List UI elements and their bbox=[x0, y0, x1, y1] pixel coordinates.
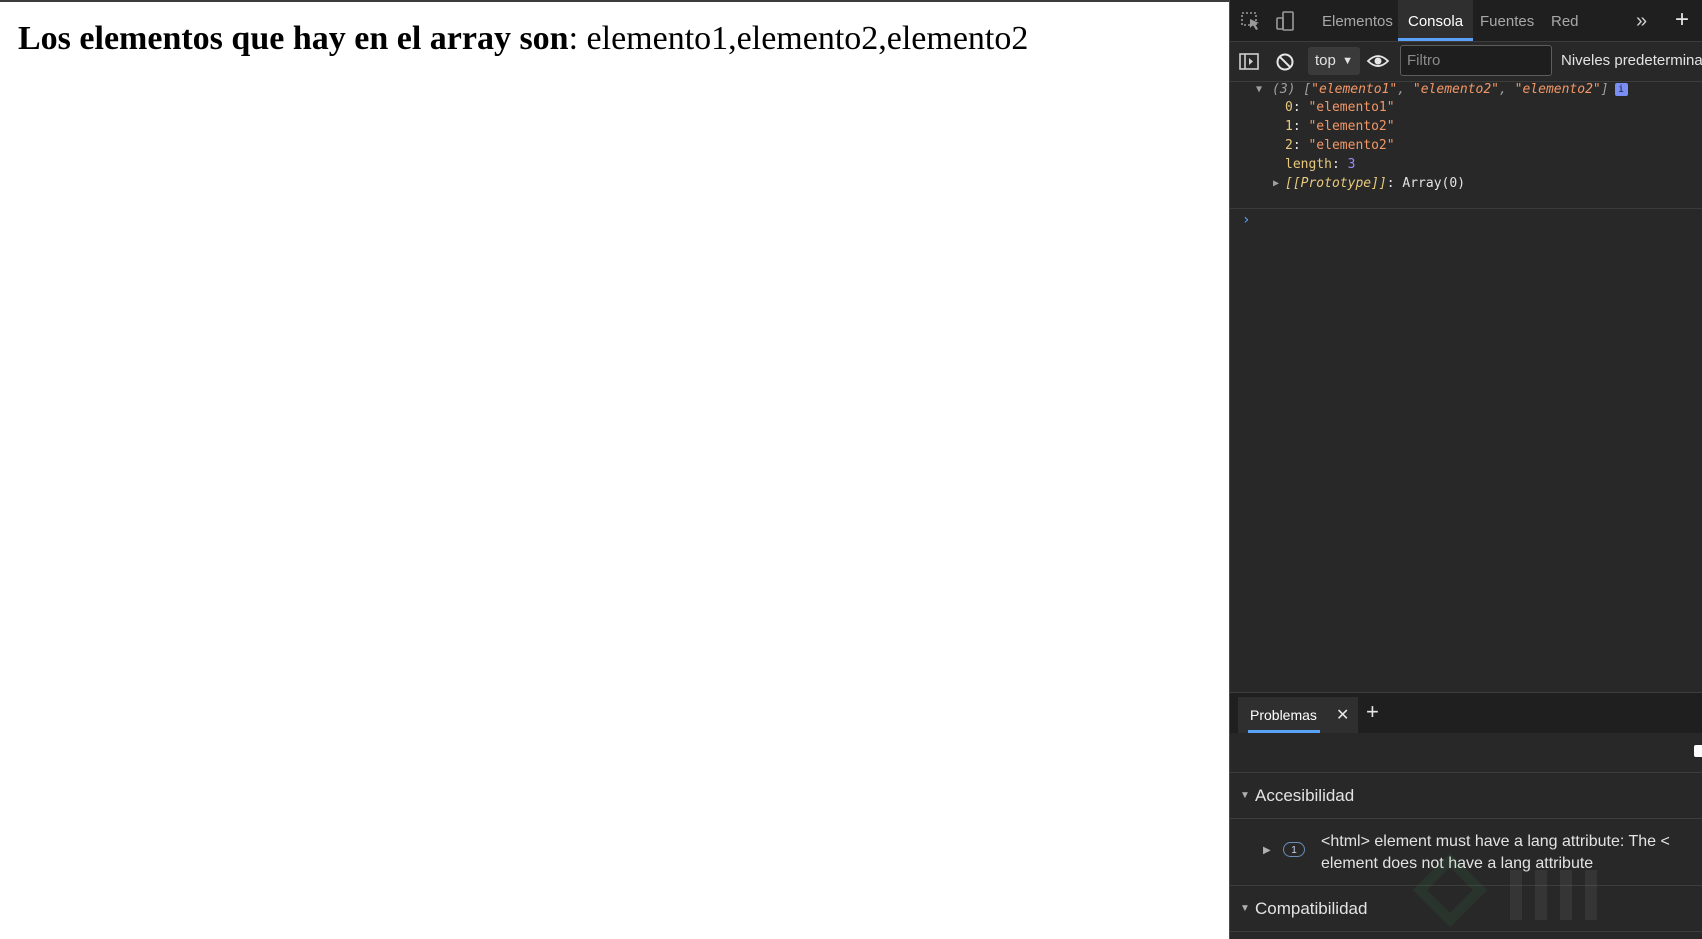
info-badge-icon[interactable]: i bbox=[1614, 83, 1628, 96]
issues-checkbox[interactable] bbox=[1694, 745, 1702, 757]
tab-elementos[interactable]: Elementos bbox=[1312, 0, 1403, 41]
devtools-panel: Elementos Consola Fuentes Red » + top ▼ … bbox=[1229, 0, 1702, 939]
length-key: length bbox=[1285, 157, 1332, 172]
tab-problemas[interactable]: Problemas ✕ bbox=[1238, 697, 1358, 733]
entry-value: "elemento1" bbox=[1308, 100, 1395, 115]
device-toolbar-icon[interactable] bbox=[1274, 10, 1296, 32]
array-log-summary[interactable]: ▼ (3) ["elemento1", "elemento2", "elemen… bbox=[1256, 80, 1628, 100]
issues-toolbar bbox=[1230, 733, 1702, 773]
issue-text: <html> element must have a lang attribut… bbox=[1321, 833, 1670, 872]
filter-input[interactable] bbox=[1400, 45, 1552, 76]
console-prompt-icon[interactable]: › bbox=[1242, 212, 1250, 228]
length-value: 3 bbox=[1347, 157, 1356, 172]
entry-key: 1 bbox=[1285, 119, 1293, 134]
collapsed-triangle-icon[interactable]: ▶ bbox=[1273, 174, 1279, 194]
context-select-value: top bbox=[1315, 52, 1336, 69]
prototype-row[interactable]: ▶ [[Prototype]]: Array(0) bbox=[1273, 174, 1466, 194]
array-entry: 2: "elemento2" bbox=[1285, 138, 1395, 153]
prototype-key: [[Prototype]] bbox=[1285, 176, 1387, 191]
section-expand-icon: ▼ bbox=[1240, 790, 1250, 801]
section-compatibilidad[interactable]: ▼ Compatibilidad bbox=[1230, 886, 1702, 932]
sidebar-toggle-icon[interactable] bbox=[1238, 51, 1260, 73]
issue-expand-icon[interactable]: ▶ bbox=[1263, 845, 1271, 856]
chevron-down-icon: ▼ bbox=[1342, 55, 1353, 67]
clear-console-icon[interactable] bbox=[1274, 51, 1296, 73]
array-close-bracket: ] bbox=[1600, 82, 1609, 97]
drawer-tab-bar: Problemas ✕ + bbox=[1230, 692, 1702, 733]
add-tab-icon[interactable]: + bbox=[1675, 8, 1689, 32]
tab-problemas-label: Problemas bbox=[1250, 707, 1317, 723]
entry-value: "elemento2" bbox=[1308, 138, 1395, 153]
issue-count-badge: 1 bbox=[1283, 842, 1305, 857]
console-toolbar: top ▼ Niveles predetermina bbox=[1230, 42, 1702, 82]
expanded-triangle-icon[interactable]: ▼ bbox=[1256, 80, 1262, 100]
summary-item-0: "elemento1" bbox=[1311, 82, 1398, 97]
close-icon[interactable]: ✕ bbox=[1336, 705, 1349, 725]
section-title: Compatibilidad bbox=[1255, 899, 1368, 918]
prototype-value: Array(0) bbox=[1402, 176, 1466, 191]
heading-bold-text: Los elementos que hay en el array son bbox=[18, 20, 569, 57]
tab-red[interactable]: Red bbox=[1541, 0, 1589, 41]
entry-value: "elemento2" bbox=[1308, 119, 1395, 134]
log-levels-dropdown[interactable]: Niveles predetermina bbox=[1561, 52, 1702, 69]
devtools-tab-bar: Elementos Consola Fuentes Red » + bbox=[1230, 0, 1702, 42]
add-drawer-tab-icon[interactable]: + bbox=[1366, 699, 1379, 725]
array-entry: 0: "elemento1" bbox=[1285, 100, 1395, 115]
section-accesibilidad[interactable]: ▼ Accesibilidad bbox=[1230, 773, 1702, 819]
page-heading: Los elementos que hay en el array son: e… bbox=[18, 20, 1028, 58]
tab-consola[interactable]: Consola bbox=[1398, 0, 1474, 41]
array-count: (3) bbox=[1272, 82, 1296, 97]
array-entry: 1: "elemento2" bbox=[1285, 119, 1395, 134]
inspect-element-icon[interactable] bbox=[1240, 10, 1262, 32]
more-tabs-icon[interactable]: » bbox=[1636, 10, 1647, 32]
array-open-bracket: [ bbox=[1295, 82, 1312, 97]
summary-item-1: "elemento2" bbox=[1412, 82, 1499, 97]
array-length-row: length: 3 bbox=[1285, 157, 1356, 172]
console-output: ▼ (3) ["elemento1", "elemento2", "elemen… bbox=[1230, 82, 1702, 692]
console-divider bbox=[1230, 208, 1702, 209]
page-viewport: Los elementos que hay en el array son: e… bbox=[0, 0, 1229, 939]
context-select[interactable]: top ▼ bbox=[1308, 47, 1360, 75]
entry-key: 0 bbox=[1285, 100, 1293, 115]
section-expand-icon: ▼ bbox=[1240, 903, 1250, 914]
summary-item-2: "elemento2" bbox=[1514, 82, 1601, 97]
issue-row[interactable]: ▶ 1 <html> element must have a lang attr… bbox=[1230, 820, 1702, 886]
section-title: Accesibilidad bbox=[1255, 786, 1355, 805]
entry-key: 2 bbox=[1285, 138, 1293, 153]
live-expression-eye-icon[interactable] bbox=[1366, 50, 1390, 72]
tab-fuentes[interactable]: Fuentes bbox=[1470, 0, 1544, 41]
heading-array-text: : elemento1,elemento2,elemento2 bbox=[568, 20, 1029, 57]
